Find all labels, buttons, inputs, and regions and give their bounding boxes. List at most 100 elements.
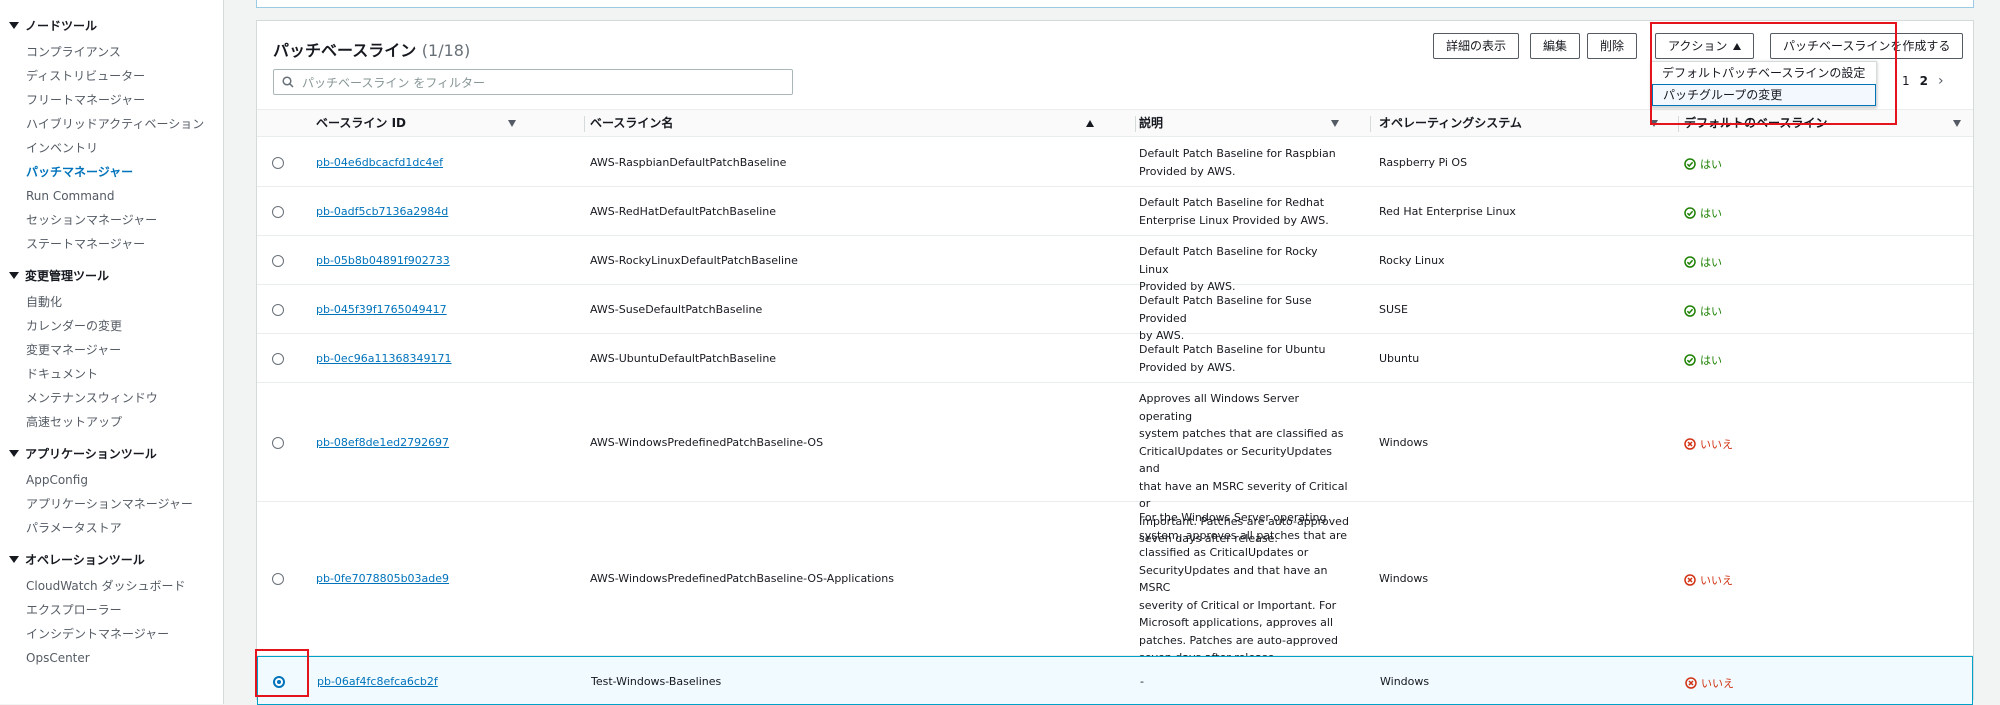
sidebar-section: ノードツールコンプライアンス ディストリビューター フリートマネージャー ハイブリッド… xyxy=(0,16,223,256)
baseline-id-link[interactable]: pb-04e6dbcacfd1dc4ef xyxy=(316,156,443,169)
sidebar-nav-item[interactable]: AppConfig xyxy=(0,468,223,492)
sidebar-nav-item[interactable]: CloudWatch ダッシュボード xyxy=(0,574,223,598)
row-select-radio[interactable] xyxy=(272,156,284,169)
create-patch-baseline-button[interactable]: パッチベースラインを作成する xyxy=(1770,33,1964,59)
table-row[interactable]: pb-05b8b04891f902733 AWS-RockyLinuxDefaul… xyxy=(257,236,1973,293)
table-row[interactable]: pb-045f39f1765049417 AWS-SuseDefaultPatch… xyxy=(257,285,1973,342)
default-baseline-text: はい xyxy=(1700,157,1722,171)
actions-button-label: アクション xyxy=(1668,39,1728,53)
row-select-radio[interactable] xyxy=(272,205,284,218)
sidebar-section-title: オペレーションツール xyxy=(25,552,145,567)
sidebar-section-header[interactable]: ノードツール xyxy=(9,16,223,34)
sidebar-nav-item[interactable]: フリートマネージャー xyxy=(0,88,223,112)
default-baseline-text: はい xyxy=(1700,353,1722,367)
table-row[interactable]: pb-0adf5cb7136a2984d AWS-RedHatDefaultPat… xyxy=(257,187,1973,236)
sidebar-section-header[interactable]: 変更管理ツール xyxy=(9,266,223,284)
sidebar-nav-item[interactable]: ドキュメント xyxy=(0,362,223,386)
column-header-default-baseline[interactable]: デフォルトのベースライン xyxy=(1684,110,1961,137)
description-line: Provided by AWS. xyxy=(1139,164,1236,178)
sidebar-nav-item[interactable]: ステートマネージャー xyxy=(0,232,223,256)
column-header-baseline-id[interactable]: ベースライン ID xyxy=(316,110,516,137)
description-line: Enterprise Linux Provided by AWS. xyxy=(1139,213,1329,227)
row-select-radio[interactable] xyxy=(272,303,284,316)
sidebar-nav-item[interactable]: 自動化 xyxy=(0,290,223,314)
default-baseline-status: はい xyxy=(1684,205,1722,221)
column-label-baseline-name: ベースライン名 xyxy=(590,116,674,130)
sidebar-nav-item[interactable]: ディストリビューター xyxy=(0,64,223,88)
sidebar-nav-item[interactable]: 変更マネージャー xyxy=(0,338,223,362)
chevron-right-icon[interactable]: › xyxy=(1938,73,1944,89)
baseline-id-link[interactable]: pb-045f39f1765049417 xyxy=(316,303,447,316)
description-line: For the Windows Server operating xyxy=(1139,511,1327,524)
baseline-id-link[interactable]: pb-06af4fc8efca6cb2f xyxy=(317,675,438,688)
pagination: 1 2 › xyxy=(1902,73,1944,89)
sidebar-nav-item[interactable]: コンプライアンス xyxy=(0,40,223,64)
operating-system: Rocky Linux xyxy=(1379,253,1445,267)
description-line: Approves all Windows Server operating xyxy=(1139,392,1300,423)
sidebar-nav-item[interactable]: メンテナンスウィンドウ xyxy=(0,386,223,410)
sidebar-nav-item[interactable]: エクスプローラー xyxy=(0,598,223,622)
filter-input[interactable]: パッチベースライン をフィルター xyxy=(273,69,793,95)
row-select-radio[interactable] xyxy=(272,573,284,585)
operating-system: Raspberry Pi OS xyxy=(1379,155,1468,169)
baseline-id-link[interactable]: pb-0fe7078805b03ade9 xyxy=(316,572,449,585)
column-header-description[interactable]: 説明 xyxy=(1139,110,1339,137)
column-label-operating-system: オペレーティングシステム xyxy=(1379,116,1522,130)
check-circle-icon xyxy=(1684,255,1696,268)
sidebar-nav-item[interactable]: セッションマネージャー xyxy=(0,208,223,232)
view-details-button[interactable]: 詳細の表示 xyxy=(1433,33,1520,59)
baseline-id-link[interactable]: pb-08ef8de1ed2792697 xyxy=(316,436,449,449)
sidebar-nav-item[interactable]: 高速セットアップ xyxy=(0,410,223,434)
default-baseline-text: いいえ xyxy=(1701,676,1734,690)
table-row[interactable]: pb-0fe7078805b03ade9 AWS-WindowsPredefine… xyxy=(257,502,1973,664)
sidebar-section-header[interactable]: オペレーションツール xyxy=(9,550,223,568)
sidebar-section-header[interactable]: アプリケーションツール xyxy=(9,444,223,462)
delete-button[interactable]: 削除 xyxy=(1587,33,1638,59)
default-baseline-status: いいえ xyxy=(1685,675,1734,691)
patch-baselines-panel: パッチベースライン (1/18) 詳細の表示 編集 削除 アクション パッチベー… xyxy=(256,20,1974,705)
row-select-radio[interactable] xyxy=(272,436,284,449)
baseline-name: AWS-WindowsPredefinedPatchBaseline-OS-Ap… xyxy=(590,572,894,585)
sidebar-nav-item[interactable]: OpsCenter xyxy=(0,646,223,670)
actions-dropdown-button[interactable]: アクション xyxy=(1655,33,1755,59)
table-row[interactable]: pb-06af4fc8efca6cb2f Test-Windows-Baselin… xyxy=(257,656,1973,705)
column-header-baseline-name[interactable]: ベースライン名 xyxy=(590,110,1094,137)
sidebar-nav-item[interactable]: アプリケーションマネージャー xyxy=(0,492,223,516)
description-line: Provided by AWS. xyxy=(1139,360,1236,374)
column-label-description: 説明 xyxy=(1139,116,1164,130)
sidebar-nav-item[interactable]: Run Command xyxy=(0,184,223,208)
info-banner xyxy=(256,0,1974,8)
sidebar-nav-item[interactable]: ハイブリッドアクティベーション xyxy=(0,112,223,136)
baseline-description: - xyxy=(1140,673,1350,691)
column-header-operating-system[interactable]: オペレーティングシステム xyxy=(1379,110,1658,137)
description-line: Default Patch Baseline for Rocky Linux xyxy=(1139,245,1318,276)
row-select-radio[interactable] xyxy=(273,675,285,688)
table-row[interactable]: pb-0ec96a11368349171 AWS-UbuntuDefaultPat… xyxy=(257,334,1973,383)
baseline-id-link[interactable]: pb-0adf5cb7136a2984d xyxy=(316,205,448,218)
row-select-radio[interactable] xyxy=(272,352,284,365)
operating-system: SUSE xyxy=(1379,302,1408,316)
check-circle-icon xyxy=(1684,353,1696,366)
table-row[interactable]: pb-04e6dbcacfd1dc4ef AWS-RaspbianDefaultP… xyxy=(257,138,1973,187)
modify-patch-groups-menu-item[interactable]: パッチグループの変更 xyxy=(1652,84,1876,106)
column-divider xyxy=(1370,116,1371,132)
sidebar-nav-item[interactable]: パッチマネージャー xyxy=(0,160,223,184)
page-2-link[interactable]: 2 xyxy=(1920,74,1928,88)
sidebar-nav-item[interactable]: インベントリ xyxy=(0,136,223,160)
sidebar-nav-item[interactable]: パラメータストア xyxy=(0,516,223,540)
edit-button[interactable]: 編集 xyxy=(1530,33,1581,59)
column-divider xyxy=(1135,116,1136,132)
row-select-radio[interactable] xyxy=(272,254,284,267)
page-1-link[interactable]: 1 xyxy=(1902,74,1910,88)
baseline-id-link[interactable]: pb-05b8b04891f902733 xyxy=(316,254,450,267)
set-default-baseline-menu-item[interactable]: デフォルトパッチベースラインの設定 xyxy=(1652,62,1876,84)
table-row[interactable]: pb-08ef8de1ed2792697 AWS-WindowsPredefine… xyxy=(257,383,1973,545)
x-circle-icon xyxy=(1684,437,1696,450)
description-line: Default Patch Baseline for Redhat xyxy=(1139,196,1325,209)
table-header: ベースライン ID ベースライン名 説明 オペレーティングシステム デフォルトの… xyxy=(257,109,1973,137)
default-baseline-text: いいえ xyxy=(1700,574,1733,587)
sidebar-nav-item[interactable]: カレンダーの変更 xyxy=(0,314,223,338)
baseline-id-link[interactable]: pb-0ec96a11368349171 xyxy=(316,352,451,365)
sidebar-nav-item[interactable]: インシデントマネージャー xyxy=(0,622,223,646)
x-circle-icon xyxy=(1684,574,1696,586)
